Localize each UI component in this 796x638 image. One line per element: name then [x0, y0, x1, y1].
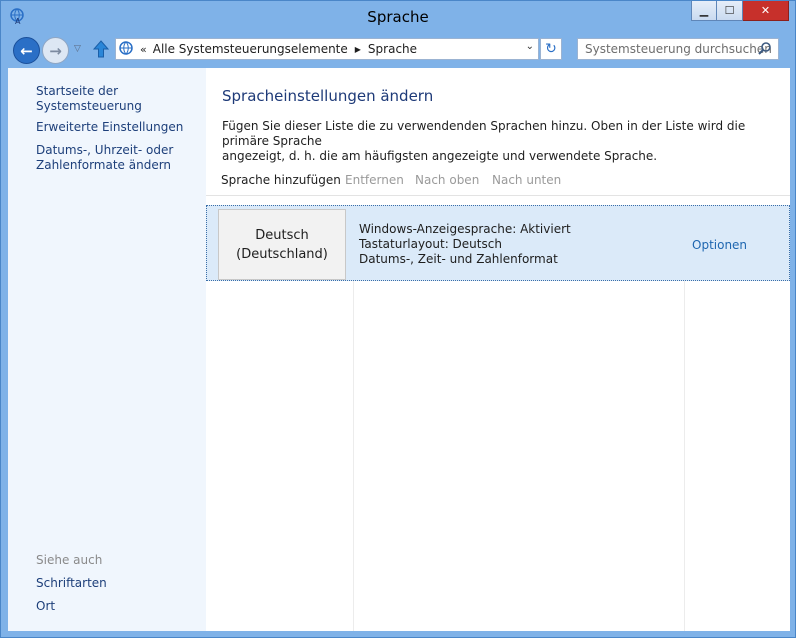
- description-line: Fügen Sie dieser Liste die zu verwendend…: [222, 119, 746, 148]
- options-link[interactable]: Optionen: [692, 238, 747, 252]
- see-also-label: Siehe auch: [36, 553, 103, 567]
- breadcrumb-separator-icon[interactable]: ▶: [355, 45, 361, 54]
- content-area: Startseite der Systemsteuerung Erweitert…: [8, 68, 790, 631]
- refresh-button[interactable]: ↻: [540, 38, 562, 60]
- address-dropdown-icon[interactable]: ⌄: [526, 41, 534, 52]
- remove-button[interactable]: Entfernen: [345, 173, 404, 187]
- window: A Sprache ▁ ☐ ✕ ← → ▽ « Alle Systemsteue…: [0, 0, 796, 638]
- language-list[interactable]: Deutsch (Deutschland) Windows-Anzeigespr…: [206, 205, 790, 631]
- title-bar: A Sprache ▁ ☐ ✕: [1, 1, 795, 34]
- language-details: Windows-Anzeigesprache: Aktiviert Tastat…: [359, 222, 571, 267]
- sidebar-home-link[interactable]: Startseite der Systemsteuerung: [36, 84, 206, 114]
- sidebar-advanced-settings-link[interactable]: Erweiterte Einstellungen: [36, 120, 183, 135]
- search-input[interactable]: Systemsteuerung durchsuchen: [577, 38, 779, 60]
- window-title: Sprache: [367, 8, 429, 26]
- close-button[interactable]: ✕: [743, 1, 789, 21]
- format-info: Datums-, Zeit- und Zahlenformat: [359, 252, 558, 266]
- navigation-bar: ← → ▽ « Alle Systemsteuerungselemente ▶ …: [1, 34, 795, 67]
- breadcrumb-overflow[interactable]: «: [140, 43, 147, 56]
- window-controls: ▁ ☐ ✕: [691, 1, 789, 21]
- address-bar[interactable]: « Alle Systemsteuerungselemente ▶ Sprach…: [115, 38, 539, 60]
- language-region: (Deutschland): [236, 246, 328, 262]
- page-description: Fügen Sie dieser Liste die zu verwendend…: [222, 119, 772, 164]
- maximize-button[interactable]: ☐: [717, 1, 743, 21]
- display-language-status: Windows-Anzeigesprache: Aktiviert: [359, 222, 571, 236]
- keyboard-layout: Tastaturlayout: Deutsch: [359, 237, 502, 251]
- language-row-german[interactable]: Deutsch (Deutschland) Windows-Anzeigespr…: [206, 205, 790, 281]
- up-arrow-icon[interactable]: [91, 39, 111, 59]
- sidebar-date-time-link[interactable]: Datums-, Uhrzeit- oder: [36, 143, 173, 158]
- language-tile[interactable]: Deutsch (Deutschland): [218, 209, 346, 280]
- description-line: angezeigt, d. h. die am häufigsten angez…: [222, 149, 658, 163]
- minimize-button[interactable]: ▁: [691, 1, 717, 21]
- forward-button[interactable]: →: [42, 37, 69, 64]
- recent-locations-dropdown[interactable]: ▽: [74, 44, 81, 54]
- sidebar: Startseite der Systemsteuerung Erweitert…: [8, 68, 206, 631]
- add-language-button[interactable]: Sprache hinzufügen: [221, 173, 341, 187]
- search-placeholder: Systemsteuerung durchsuchen: [585, 42, 772, 56]
- language-location-icon: [119, 41, 133, 55]
- sidebar-number-formats-link[interactable]: Zahlenformate ändern: [36, 158, 171, 173]
- page-title: Spracheinstellungen ändern: [222, 87, 434, 105]
- move-down-button[interactable]: Nach unten: [492, 173, 561, 187]
- main-panel: Spracheinstellungen ändern Fügen Sie die…: [206, 68, 790, 631]
- search-icon[interactable]: [758, 41, 772, 55]
- breadcrumb-all-control-panel-items[interactable]: Alle Systemsteuerungselemente: [153, 42, 348, 56]
- breadcrumb-language[interactable]: Sprache: [368, 42, 417, 56]
- back-button[interactable]: ←: [13, 37, 40, 64]
- language-name: Deutsch: [255, 227, 309, 243]
- see-also-fonts-link[interactable]: Schriftarten: [36, 576, 107, 591]
- see-also-location-link[interactable]: Ort: [36, 599, 55, 614]
- move-up-button[interactable]: Nach oben: [415, 173, 479, 187]
- toolbar-divider: [206, 195, 790, 196]
